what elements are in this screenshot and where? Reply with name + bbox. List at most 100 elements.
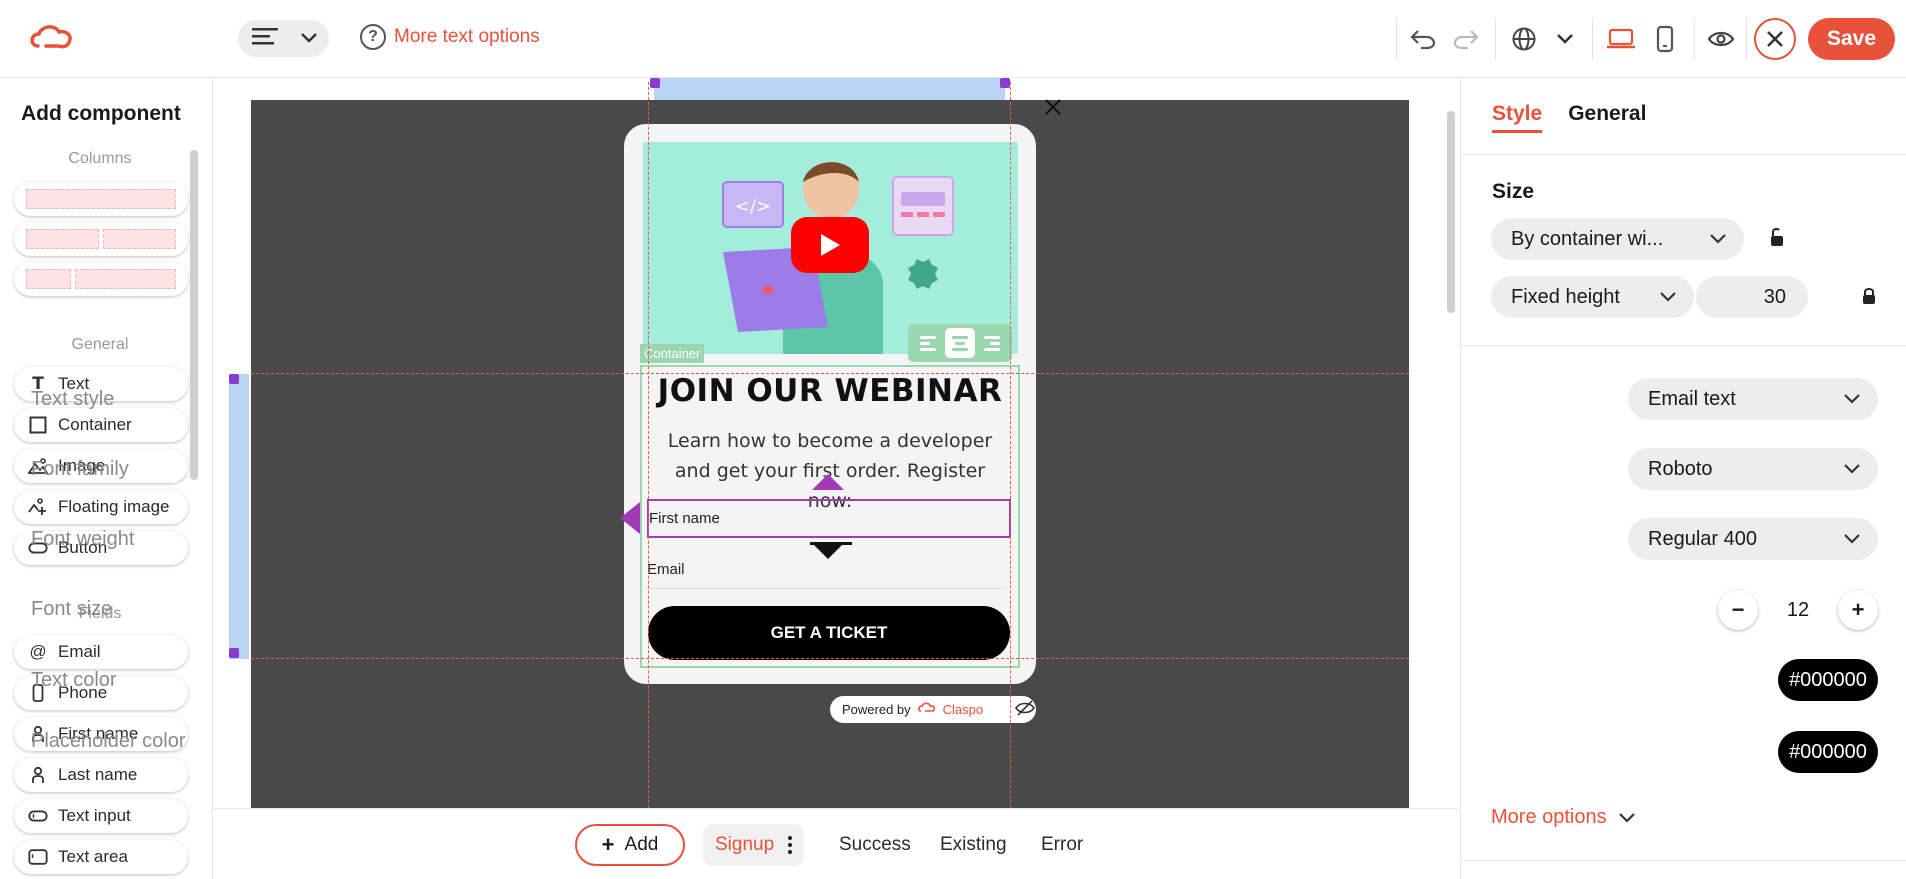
align-center-button[interactable] <box>945 328 975 358</box>
tab-success[interactable]: Success <box>839 824 911 866</box>
text-input-icon <box>28 806 48 826</box>
drop-indicator <box>810 542 852 545</box>
one-two-column-layout[interactable] <box>14 262 188 296</box>
placeholder-color-swatch[interactable]: #000000 <box>1778 731 1878 773</box>
tab-style[interactable]: Style <box>1492 102 1543 133</box>
tab-label: Signup <box>715 834 775 855</box>
mobile-view-icon[interactable] <box>1648 22 1682 56</box>
font-family-label: Font family <box>31 458 129 480</box>
add-label: Add <box>624 834 659 855</box>
align-right-button[interactable] <box>977 328 1007 358</box>
youtube-play-icon[interactable] <box>791 217 869 273</box>
text-align-dropdown[interactable] <box>238 20 329 57</box>
email-placeholder: Email <box>647 561 685 578</box>
one-column-layout[interactable] <box>14 182 188 216</box>
resize-handle[interactable] <box>229 374 239 384</box>
component-label: Text area <box>58 847 128 866</box>
font-size-value[interactable]: 12 <box>1787 599 1809 622</box>
width-mode-value: By container wi... <box>1511 227 1664 250</box>
language-chevron-down-icon[interactable] <box>1548 22 1582 56</box>
kebab-menu-icon[interactable] <box>788 836 793 854</box>
popup-title[interactable]: JOIN OUR WEBINAR <box>624 373 1036 409</box>
font-weight-dropdown[interactable]: Regular 400 <box>1628 518 1878 560</box>
font-family-dropdown[interactable]: Roboto <box>1628 448 1878 490</box>
resize-handle[interactable] <box>229 648 239 658</box>
guide-line <box>648 82 649 808</box>
panel-divider <box>1461 154 1906 155</box>
tab-general[interactable]: General <box>1568 102 1646 133</box>
width-mode-dropdown[interactable]: By container wi... <box>1491 218 1744 260</box>
panel-tabs: Style General <box>1492 102 1646 133</box>
get-ticket-button[interactable]: GET A TICKET <box>648 606 1010 660</box>
more-text-options-link[interactable]: ? More text options <box>360 24 540 50</box>
height-mode-dropdown[interactable]: Fixed height <box>1491 276 1694 318</box>
height-value-input[interactable]: 30 <box>1696 276 1808 318</box>
container-tag: Container <box>640 344 705 363</box>
chevron-down-icon <box>1618 812 1635 823</box>
add-state-button[interactable]: + Add <box>575 824 685 866</box>
preview-eye-icon[interactable] <box>1704 22 1738 56</box>
size-heading: Size <box>1492 180 1535 203</box>
more-options-toggle[interactable]: More options <box>1491 806 1635 829</box>
component-floating-image[interactable]: Floating image <box>14 490 188 524</box>
powered-by-text: Powered by <box>842 702 911 717</box>
text-color-swatch[interactable]: #000000 <box>1778 659 1878 701</box>
canvas-scrollbar[interactable] <box>1447 111 1455 313</box>
chevron-down-icon <box>1844 534 1860 544</box>
sidebar-title: Add component <box>21 102 181 125</box>
move-up-arrow-icon[interactable] <box>812 474 844 490</box>
hide-eye-icon[interactable] <box>1015 700 1036 719</box>
desktop-view-icon[interactable] <box>1604 22 1638 56</box>
redo-icon[interactable] <box>1449 22 1483 56</box>
tab-error[interactable]: Error <box>1041 824 1083 866</box>
close-icon <box>1767 31 1783 47</box>
resize-handle[interactable] <box>1000 78 1010 88</box>
globe-icon[interactable] <box>1507 22 1541 56</box>
component-last-name[interactable]: Last name <box>14 758 188 792</box>
align-left-icon <box>252 27 280 50</box>
component-container[interactable]: Container <box>14 408 188 442</box>
placeholder-color-label: Placeholder color <box>31 730 186 752</box>
save-button[interactable]: Save <box>1808 18 1895 60</box>
container-icon <box>28 415 48 435</box>
font-weight-value: Regular 400 <box>1648 527 1757 550</box>
toolbar-divider <box>1746 18 1747 60</box>
toolbar-divider <box>1592 18 1593 60</box>
move-down-arrow-icon[interactable] <box>812 543 844 559</box>
sidebar-scrollbar[interactable] <box>190 150 198 480</box>
component-text-input[interactable]: Text input <box>14 799 188 833</box>
toolbar-divider <box>1396 18 1397 60</box>
chevron-down-icon <box>1660 292 1676 302</box>
lock-icon[interactable] <box>1862 286 1876 311</box>
help-icon: ? <box>360 24 386 50</box>
selection-column-indicator <box>654 78 1005 100</box>
tab-signup[interactable]: Signup <box>703 824 805 866</box>
chevron-down-icon <box>1710 234 1726 244</box>
plus-icon: + <box>601 832 615 857</box>
powered-by-badge: Powered by Claspo <box>830 696 1036 723</box>
component-text-area[interactable]: Text area <box>14 840 188 874</box>
unlock-icon[interactable] <box>1769 227 1785 254</box>
text-color-label: Text color <box>31 669 117 691</box>
text-style-dropdown[interactable]: Email text <box>1628 378 1878 420</box>
increase-button[interactable]: + <box>1838 590 1878 630</box>
claspo-logo <box>28 22 78 56</box>
font-size-stepper: − 12 + <box>1718 590 1878 630</box>
component-label: Container <box>58 415 132 434</box>
component-email[interactable]: @ Email <box>14 635 188 669</box>
move-left-arrow-icon[interactable] <box>620 502 640 534</box>
resize-handle[interactable] <box>650 78 660 88</box>
decrease-button[interactable]: − <box>1718 590 1758 630</box>
undo-icon[interactable] <box>1406 22 1440 56</box>
tab-existing[interactable]: Existing <box>940 824 1007 866</box>
text-style-value: Email text <box>1648 387 1736 410</box>
two-column-layout[interactable] <box>14 222 188 256</box>
close-editor-button[interactable] <box>1754 18 1796 60</box>
toolbar-divider <box>1495 18 1496 60</box>
video-thumbnail[interactable]: </> <box>643 142 1018 354</box>
first-name-field[interactable]: First name <box>647 499 1011 538</box>
align-left-button[interactable] <box>913 328 943 358</box>
more-text-options-label: More text options <box>394 26 540 47</box>
chevron-down-icon <box>301 30 317 48</box>
popup-close-icon[interactable] <box>1044 95 1062 123</box>
